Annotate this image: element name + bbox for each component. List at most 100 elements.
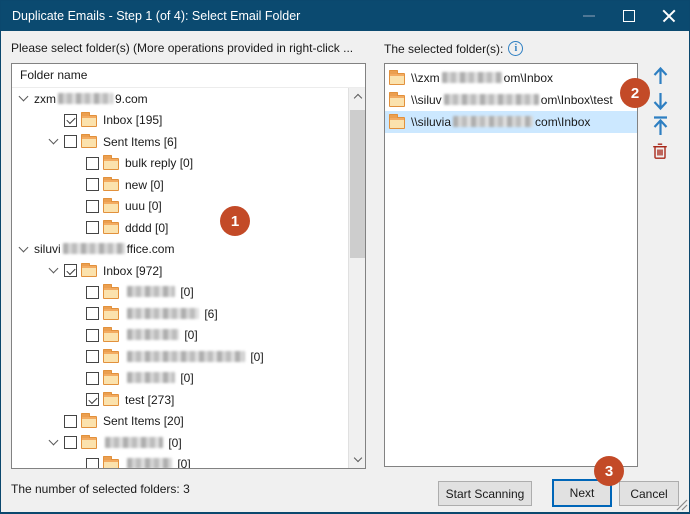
checkbox-unchecked[interactable] <box>86 178 99 192</box>
folder-icon <box>103 370 119 385</box>
folder-icon <box>103 284 119 299</box>
folder-label: test [273] <box>125 392 175 407</box>
checkbox-unchecked[interactable] <box>86 371 99 385</box>
folder-label: Inbox [972] <box>103 263 163 278</box>
folder-label: \\siluv om\Inbox\test <box>411 92 613 107</box>
tree-folder-row[interactable]: Inbox [195] <box>12 110 348 132</box>
checkbox-unchecked[interactable] <box>64 135 77 149</box>
folder-icon <box>81 133 97 149</box>
redacted-text <box>443 94 539 106</box>
minimize-button <box>569 1 609 31</box>
checkbox-checked[interactable] <box>64 264 77 278</box>
selected-folder-item[interactable]: \\siluvia com\Inbox <box>385 111 637 133</box>
folder-icon <box>81 434 97 450</box>
redacted-text <box>58 92 113 104</box>
checkbox-unchecked[interactable] <box>86 457 99 468</box>
cancel-button[interactable]: Cancel <box>619 481 679 506</box>
delete-button[interactable] <box>649 140 671 161</box>
tree-folder-row[interactable]: new [0] <box>12 174 348 196</box>
tree-folder-row[interactable]: [0] <box>12 282 348 304</box>
selected-folder-item[interactable]: \\siluv om\Inbox\test <box>385 89 637 111</box>
folder-icon <box>81 262 97 278</box>
folder-icon <box>103 348 119 364</box>
move-top-button[interactable] <box>649 115 671 136</box>
tree-folder-row[interactable]: [0] <box>12 454 348 468</box>
folder-icon <box>389 70 405 85</box>
checkbox-unchecked[interactable] <box>64 436 77 450</box>
tree-folder-row[interactable]: [0] <box>12 346 348 368</box>
annotation-badge-1: 1 <box>220 206 250 236</box>
redacted-text <box>62 243 125 255</box>
checkbox-checked[interactable] <box>86 393 99 407</box>
chevron-down-icon[interactable] <box>48 134 64 145</box>
tree-folder-row[interactable]: Sent Items [20] <box>12 411 348 433</box>
tree-folder-row[interactable]: Inbox [972] <box>12 260 348 282</box>
selected-folders-list: \\zxm om\Inbox \\siluv om\Inbox\test \\siluv… <box>384 63 638 467</box>
right-instruction: The selected folder(s): <box>384 41 504 56</box>
redacted-text <box>127 329 179 341</box>
folder-icon <box>103 305 119 321</box>
redacted-text <box>127 350 245 362</box>
selected-folder-item[interactable]: \\zxm om\Inbox <box>385 67 637 89</box>
chevron-down-icon[interactable] <box>48 263 64 274</box>
tree-folder-row[interactable]: test [273] <box>12 389 348 411</box>
folder-icon <box>103 456 119 468</box>
folder-label: [0] <box>103 436 182 450</box>
folder-label: Sent Items [20] <box>103 414 184 429</box>
checkbox-unchecked[interactable] <box>86 350 99 364</box>
tree-folder-row[interactable]: [6] <box>12 303 348 325</box>
annotation-badge-3: 3 <box>594 456 624 486</box>
tree-folder-row[interactable]: bulk reply [0] <box>12 153 348 175</box>
folder-label: \\siluvia com\Inbox <box>411 114 591 129</box>
start-scanning-button[interactable]: Start Scanning <box>438 481 532 506</box>
checkbox-unchecked[interactable] <box>86 156 99 170</box>
tree-account-row[interactable]: zxm 9.com <box>12 88 348 110</box>
redacted-text <box>441 72 502 84</box>
folder-label: [0] <box>125 328 198 342</box>
folder-label: uuu [0] <box>125 199 162 214</box>
arrow-to-top-icon <box>653 115 667 135</box>
tree-folder-row[interactable]: Sent Items [6] <box>12 131 348 153</box>
tree-folder-row[interactable]: [0] <box>12 368 348 390</box>
move-up-button[interactable] <box>649 65 671 86</box>
chevron-down-icon[interactable] <box>48 435 64 446</box>
checkbox-checked[interactable] <box>64 113 77 127</box>
tree-folder-row[interactable]: [0] <box>12 325 348 347</box>
folder-label: new [0] <box>125 177 164 192</box>
chevron-down-icon[interactable] <box>18 91 34 102</box>
redacted-text <box>127 458 172 468</box>
folder-icon <box>103 327 119 342</box>
chevron-down-icon[interactable] <box>18 242 34 253</box>
maximize-button[interactable] <box>609 1 649 31</box>
checkbox-unchecked[interactable] <box>86 221 99 235</box>
scroll-up-icon[interactable] <box>349 88 366 105</box>
folder-tree: zxm 9.com Inbox [195] Sent Items [6] bulk re… <box>12 88 348 468</box>
tree-folder-row[interactable]: [0] <box>12 432 348 454</box>
folder-icon <box>81 413 97 428</box>
folder-label: [0] <box>125 371 194 385</box>
checkbox-unchecked[interactable] <box>64 414 77 428</box>
folder-label: siluvi ffice.com <box>34 242 175 257</box>
tree-account-row[interactable]: siluvi ffice.com <box>12 239 348 261</box>
checkbox-unchecked[interactable] <box>86 285 99 299</box>
folder-icon <box>103 198 119 213</box>
checkbox-unchecked[interactable] <box>86 199 99 213</box>
checkbox-unchecked[interactable] <box>86 328 99 342</box>
tree-folder-row[interactable]: dddd [0] <box>12 217 348 239</box>
checkbox-unchecked[interactable] <box>86 307 99 321</box>
tree-folder-row[interactable]: uuu [0] <box>12 196 348 218</box>
duplicate-emails-dialog: Duplicate Emails - Step 1 (of 4): Select… <box>0 0 690 514</box>
tree-scrollbar[interactable] <box>348 88 365 468</box>
info-icon[interactable]: i <box>508 41 524 56</box>
redacted-text <box>127 307 199 319</box>
scrollbar-thumb[interactable] <box>350 110 365 258</box>
scroll-down-icon[interactable] <box>349 451 366 468</box>
folder-label: zxm 9.com <box>34 91 148 106</box>
resize-grip[interactable] <box>676 499 688 511</box>
folder-label: Inbox [195] <box>103 113 163 128</box>
left-instruction: Please select folder(s) (More operations… <box>11 41 354 55</box>
redacted-text <box>105 436 163 448</box>
move-down-button[interactable] <box>649 90 671 111</box>
close-button[interactable] <box>649 1 689 31</box>
folder-icon <box>103 155 119 170</box>
